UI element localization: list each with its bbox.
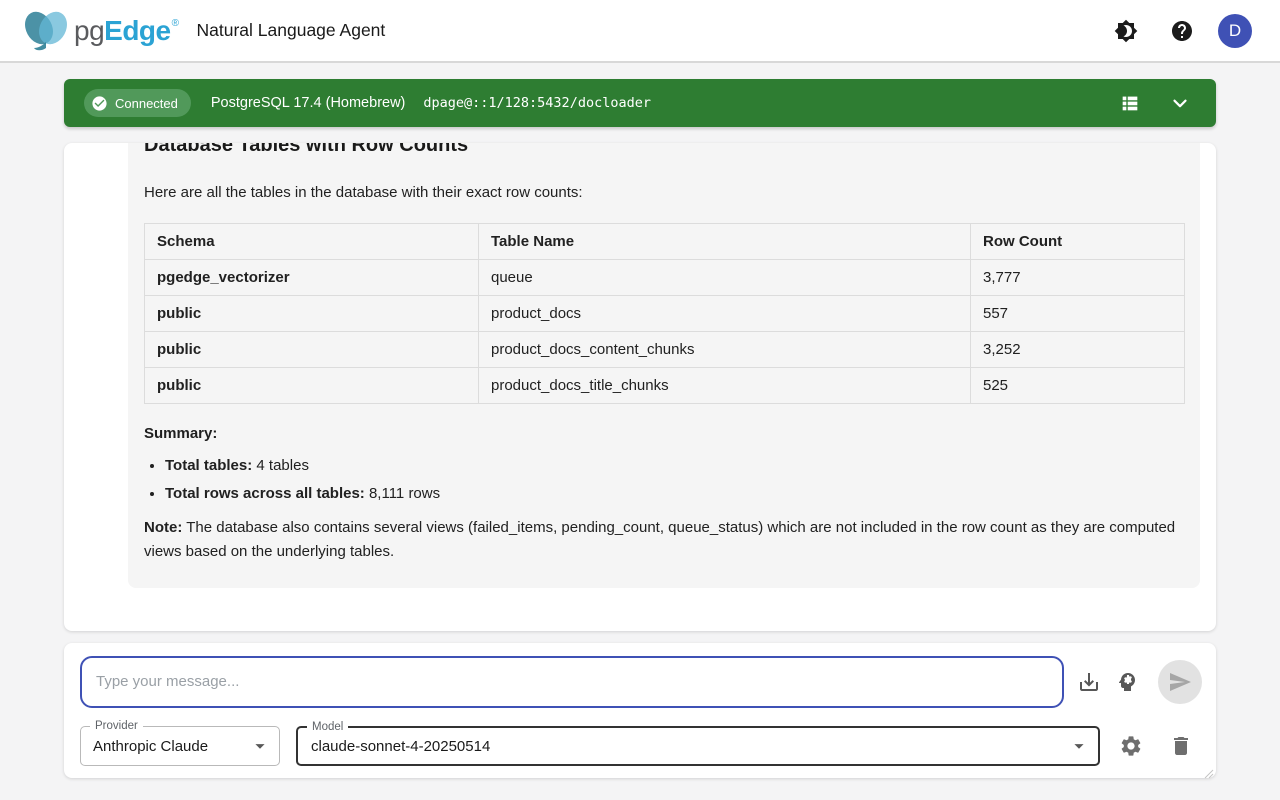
chat-scroll-area[interactable]: Database Tables with Row Counts Here are… xyxy=(64,143,1216,631)
row-count-cell: 3,777 xyxy=(971,260,1185,296)
table-name-cell: product_docs_title_chunks xyxy=(479,368,971,404)
check-circle-icon xyxy=(91,95,108,112)
column-header-row-count: Row Count xyxy=(971,224,1185,260)
connection-status-badge: Connected xyxy=(84,89,191,117)
message-intro: Here are all the tables in the database … xyxy=(144,184,1184,201)
assistant-message-bubble: Database Tables with Row Counts Here are… xyxy=(128,143,1200,588)
user-avatar[interactable]: D xyxy=(1218,14,1252,48)
column-header-schema: Schema xyxy=(145,224,479,260)
table-row: public product_docs_title_chunks 525 xyxy=(145,368,1185,404)
page-title: Natural Language Agent xyxy=(197,20,386,41)
clear-chat-button[interactable] xyxy=(1162,727,1200,765)
schema-cell: pgedge_vectorizer xyxy=(145,260,479,296)
ai-thinking-button[interactable] xyxy=(1108,663,1146,701)
pgedge-logo-icon xyxy=(22,8,72,54)
schema-cell: public xyxy=(145,332,479,368)
model-combobox[interactable]: Model claude-sonnet-4-20250514 xyxy=(296,726,1100,766)
trash-icon xyxy=(1169,734,1193,758)
psychology-icon xyxy=(1115,670,1139,694)
send-icon xyxy=(1168,670,1192,694)
help-icon xyxy=(1170,19,1194,43)
app-bar: pgEdge® Natural Language Agent D xyxy=(0,0,1280,63)
table-header-row: Schema Table Name Row Count xyxy=(145,224,1185,260)
connection-bar[interactable]: Connected PostgreSQL 17.4 (Homebrew) dpa… xyxy=(64,79,1216,127)
message-heading: Database Tables with Row Counts xyxy=(144,143,1184,159)
connection-list-button[interactable] xyxy=(1114,87,1146,119)
resize-grip[interactable] xyxy=(1204,766,1214,776)
provider-select[interactable]: Provider Anthropic Claude xyxy=(80,726,280,766)
dropdown-arrow-icon xyxy=(249,735,271,757)
connection-string: dpage@::1/128:5432/docloader xyxy=(423,95,651,111)
gear-icon xyxy=(1119,734,1143,758)
chevron-down-icon xyxy=(1169,92,1191,114)
connection-status-label: Connected xyxy=(115,96,178,111)
pgedge-logo-text: pgEdge® xyxy=(74,15,179,47)
row-count-cell: 3,252 xyxy=(971,332,1185,368)
composer-panel: Provider Anthropic Claude Model claude-s… xyxy=(64,643,1216,778)
row-count-cell: 525 xyxy=(971,368,1185,404)
dropdown-arrow-icon xyxy=(1068,735,1090,757)
server-version-label: PostgreSQL 17.4 (Homebrew) xyxy=(211,95,406,111)
row-count-cell: 557 xyxy=(971,296,1185,332)
summary-item-total-tables: Total tables: 4 tables xyxy=(165,457,1184,474)
settings-button[interactable] xyxy=(1112,727,1150,765)
table-name-cell: product_docs xyxy=(479,296,971,332)
summary-list: Total tables: 4 tables Total rows across… xyxy=(144,457,1184,502)
table-name-cell: queue xyxy=(479,260,971,296)
model-value: claude-sonnet-4-20250514 xyxy=(311,738,490,755)
connection-expand-button[interactable] xyxy=(1164,87,1196,119)
message-input[interactable] xyxy=(80,656,1064,708)
pgedge-logo: pgEdge® xyxy=(22,8,179,54)
send-button[interactable] xyxy=(1158,660,1202,704)
message-note: Note: The database also contains several… xyxy=(144,516,1184,564)
table-name-cell: product_docs_content_chunks xyxy=(479,332,971,368)
summary-item-total-rows: Total rows across all tables: 8,111 rows xyxy=(165,485,1184,502)
brightness-icon xyxy=(1114,19,1138,43)
table-row: public product_docs 557 xyxy=(145,296,1185,332)
column-header-table-name: Table Name xyxy=(479,224,971,260)
view-list-icon xyxy=(1119,92,1141,114)
provider-label: Provider xyxy=(90,719,143,733)
table-row: public product_docs_content_chunks 3,252 xyxy=(145,332,1185,368)
schema-cell: public xyxy=(145,368,479,404)
summary-heading: Summary: xyxy=(144,425,1184,442)
row-counts-table: Schema Table Name Row Count pgedge_vecto… xyxy=(144,223,1185,404)
help-button[interactable] xyxy=(1162,11,1202,51)
model-label: Model xyxy=(307,720,348,734)
download-chat-button[interactable] xyxy=(1071,663,1109,701)
download-icon xyxy=(1077,670,1101,694)
table-row: pgedge_vectorizer queue 3,777 xyxy=(145,260,1185,296)
schema-cell: public xyxy=(145,296,479,332)
dark-mode-toggle-button[interactable] xyxy=(1106,11,1146,51)
provider-value: Anthropic Claude xyxy=(93,738,208,755)
